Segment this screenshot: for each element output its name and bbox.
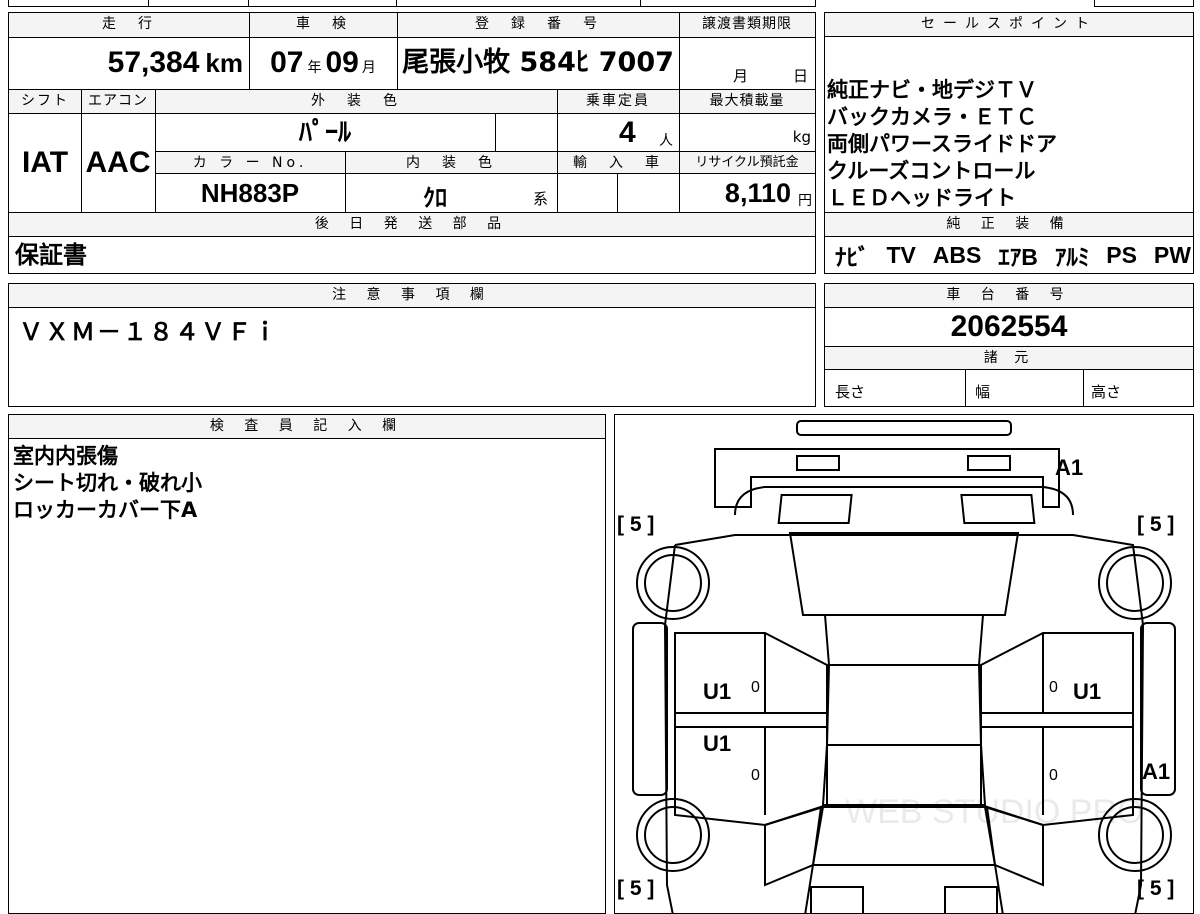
sales-points-list: 純正ナビ・地デジＴＶ バックカメラ・ＥＴＣ 両側パワースライドドア クルーズコン… <box>827 77 1193 212</box>
recycle-unit: 円 <box>798 193 812 209</box>
equipment-item: PS <box>1106 241 1137 268</box>
capacity-unit: 人 <box>659 133 673 149</box>
sales-points-panel: セールスポイント 純正ナビ・地デジＴＶ バックカメラ・ＥＴＣ 両側パワースライド… <box>824 12 1194 274</box>
equipment-item: ABS <box>932 241 982 268</box>
capacity-header: 乗車定員 <box>557 90 679 114</box>
max-load-unit: kg <box>792 128 811 146</box>
watermark: WEB STUDIO PRO <box>845 793 1144 831</box>
interior-color-suffix: 系 <box>533 190 549 208</box>
tire-rear-right-rating: [ 5 ] <box>1137 877 1175 900</box>
sales-point-item: 両側パワースライドドア <box>827 132 1057 156</box>
notes-header: 注 意 事 項 欄 <box>9 284 815 308</box>
factory-equipment-header: 純 正 装 備 <box>825 213 1193 236</box>
chassis-number: 2062554 <box>950 310 1068 343</box>
small-mark: 0 <box>751 679 760 696</box>
interior-color-text: ｸﾛ <box>423 184 447 212</box>
sales-point-item: クルーズコントロール <box>827 159 1036 183</box>
inspector-line: ロッカーカバー下A <box>13 498 198 522</box>
notes-panel: 注 意 事 項 欄 ＶＸＭ－１８４ＶＦｉ <box>8 283 816 407</box>
shift-value: IAT <box>21 146 69 179</box>
equipment-item: ﾅﾋﾞ <box>835 244 870 270</box>
damage-mark-rocker-right: A1 <box>1142 759 1171 784</box>
chassis-header: 車 台 番 号 <box>825 284 1193 308</box>
capacity-value: 4 人 <box>557 114 679 152</box>
equipment-item: PW <box>1153 241 1191 268</box>
damage-mark-right-front-door: U1 <box>1073 679 1102 704</box>
mileage-number: 57,384 <box>107 46 200 79</box>
sales-point-item: ＬＥＤヘッドライト <box>827 186 1016 210</box>
shaken-month: 09 <box>325 46 359 79</box>
damage-mark-left-front-door: U1 <box>703 679 732 704</box>
max-load-header: 最大積載量 <box>679 90 815 114</box>
vehicle-diagram-panel: [ 5 ] [ 5 ] [ 5 ] [ 5 ] A1 U1 U1 U1 A1 0… <box>614 414 1194 914</box>
exterior-color-value: ﾊﾟｰﾙ <box>298 118 351 148</box>
shaken-header: 車 検 <box>249 13 397 37</box>
capacity-number: 4 <box>619 116 636 149</box>
mileage-unit: km <box>205 48 243 78</box>
import-header: 輸 入 車 <box>557 152 679 174</box>
small-mark: 0 <box>1049 679 1058 696</box>
equipment-item: ｴｱB <box>998 244 1038 270</box>
specs-header: 諸 元 <box>825 347 1193 369</box>
shaken-month-unit: 月 <box>361 59 376 75</box>
mileage-header: 走 行 <box>9 13 249 37</box>
transfer-header: 譲渡書類期限 <box>679 13 815 37</box>
tire-front-right-rating: [ 5 ] <box>1137 513 1175 536</box>
top-partial-row <box>8 0 816 7</box>
shaken-value: 07 年 09 月 <box>249 37 397 89</box>
damage-mark-rear: A1 <box>1055 455 1084 480</box>
mileage-value: 57,384 km <box>9 37 249 89</box>
tire-front-left-rating: [ 5 ] <box>617 513 655 536</box>
sales-points-header: セールスポイント <box>825 13 1193 37</box>
max-load-value: kg <box>679 114 815 152</box>
color-no-header: カ ラ ー No. <box>155 152 345 174</box>
sales-point-item: バックカメラ・ＥＴＣ <box>827 105 1037 129</box>
later-parts-value: 保証書 <box>15 241 87 269</box>
inspector-panel: 検 査 員 記 入 欄 室内内張傷 シート切れ・破れ小 ロッカーカバー下A <box>8 414 606 914</box>
vehicle-info-grid: 走 行 車 検 登 録 番 号 譲渡書類期限 57,384 km 07 年 09 月 尾… <box>8 12 816 274</box>
length-label: 長さ <box>835 383 866 401</box>
transfer-value: 月 日 <box>679 37 815 89</box>
height-label: 高さ <box>1091 383 1122 401</box>
damage-mark-left-rear-door: U1 <box>703 731 732 756</box>
recycle-header: リサイクル預託金 <box>679 152 815 174</box>
top-partial-right <box>1094 0 1194 7</box>
ac-value: AAC <box>85 146 151 179</box>
inspector-header: 検 査 員 記 入 欄 <box>9 415 605 439</box>
interior-color-value: ｸﾛ 系 <box>345 174 557 212</box>
equipment-item: TV <box>886 241 916 268</box>
shift-header: シフト <box>9 90 81 114</box>
recycle-number: 8,110 <box>724 178 791 208</box>
inspector-line: 室内内張傷 <box>13 444 118 468</box>
chassis-panel: 車 台 番 号 2062554 諸 元 長さ 幅 高さ <box>824 283 1194 407</box>
later-parts-header: 後 日 発 送 部 品 <box>9 213 815 236</box>
notes-value: ＶＸＭ－１８４ＶＦｉ <box>19 318 279 346</box>
shaken-year-unit: 年 <box>307 59 322 75</box>
inspector-line: シート切れ・破れ小 <box>13 471 202 495</box>
exterior-color-header: 外 装 色 <box>155 90 557 114</box>
equipment-item: ｱﾙﾐ <box>1054 244 1090 270</box>
inspector-notes: 室内内張傷 シート切れ・破れ小 ロッカーカバー下A <box>13 443 202 524</box>
small-mark: 0 <box>1049 767 1058 784</box>
transfer-month: 月 <box>733 67 749 85</box>
registration-header: 登 録 番 号 <box>397 13 679 37</box>
shaken-year: 07 <box>270 46 304 79</box>
sales-point-item: 純正ナビ・地デジＴＶ <box>827 78 1037 102</box>
color-no-value: NH883P <box>200 178 300 208</box>
transfer-day: 日 <box>793 67 809 85</box>
factory-equipment-list: ﾅﾋﾞ TV ABS ｴｱB ｱﾙﾐ PS PW <box>835 239 1191 271</box>
ac-header: エアコン <box>81 90 155 114</box>
small-mark: 0 <box>751 767 760 784</box>
recycle-value: 8,110 円 <box>679 174 815 212</box>
interior-color-header: 内 装 色 <box>345 152 557 174</box>
width-label: 幅 <box>975 383 991 401</box>
vehicle-diagram <box>632 420 1176 913</box>
tire-rear-left-rating: [ 5 ] <box>617 877 655 900</box>
registration-value: 尾張小牧 584ﾋ 7007 <box>402 47 674 78</box>
